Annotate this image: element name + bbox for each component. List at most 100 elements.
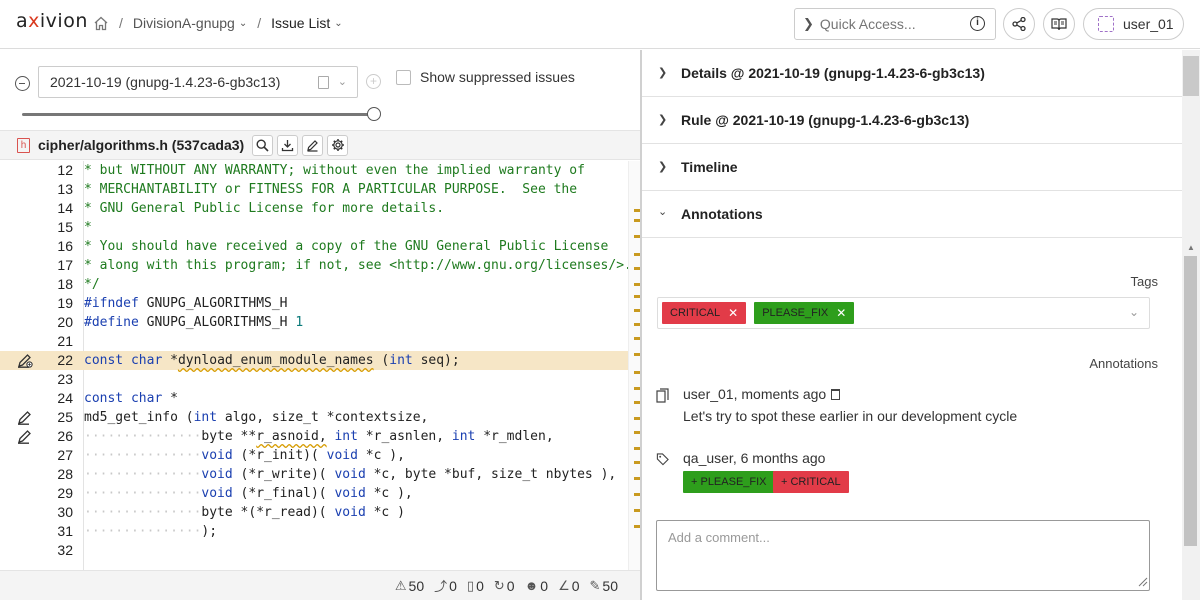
chevron-down-icon[interactable]: ⌄	[334, 18, 342, 29]
code-line[interactable]: 24 const char *	[0, 389, 628, 408]
scrollbar-thumb[interactable]	[1184, 256, 1197, 546]
code-line[interactable]: 19 #ifndef GNUPG_ALGORITHMS_H	[0, 294, 628, 313]
code-overview-ruler[interactable]	[628, 161, 640, 571]
code-line[interactable]: 15 *	[0, 218, 628, 237]
edit-button[interactable]	[302, 134, 324, 156]
settings-button[interactable]	[327, 134, 349, 156]
code-line[interactable]: 28 ···············void (*r_write)( void *…	[0, 465, 628, 484]
annotations-scrollbar[interactable]: ▲	[1182, 240, 1200, 600]
line-number: 26	[57, 428, 73, 444]
tag-please-fix[interactable]: PLEASE_FIX ✕	[754, 302, 855, 324]
version-select[interactable]: 2021-10-19 (gnupg-1.4.23-6-gb3c13) ⌄	[38, 66, 358, 98]
share-button[interactable]	[1003, 8, 1035, 40]
line-source: #define GNUPG_ALGORITHMS_H 1	[84, 315, 304, 330]
line-number: 28	[57, 466, 73, 482]
close-icon[interactable]: ✕	[836, 302, 846, 324]
warning-count[interactable]: ⚠ 50	[395, 578, 424, 594]
show-suppressed-checkbox[interactable]	[396, 69, 411, 85]
metric-count[interactable]: ∠ 0	[558, 578, 579, 594]
chevron-right-icon: ❯	[658, 161, 668, 173]
line-number: 30	[57, 504, 73, 520]
show-suppressed-label: Show suppressed issues	[420, 69, 575, 85]
trend-count[interactable]: ⤴ 0	[434, 576, 457, 595]
version-slider-track[interactable]	[22, 113, 374, 116]
annotation-count[interactable]: ✎ 50	[590, 578, 618, 594]
chevron-down-icon[interactable]: ⌄	[338, 75, 347, 88]
line-source: * along with this program; if not, see <…	[84, 258, 632, 273]
line-number: 18	[57, 276, 73, 292]
documentation-button[interactable]	[1043, 8, 1075, 40]
comment-input[interactable]	[656, 520, 1150, 591]
line-source: * but WITHOUT ANY WARRANTY; without even…	[84, 163, 585, 178]
code-line[interactable]: 29 ···············void (*r_final)( void *…	[0, 484, 628, 503]
search-button[interactable]	[252, 134, 274, 156]
add-version-icon[interactable]: +	[366, 74, 381, 89]
code-line[interactable]: 13 * MERCHANTABILITY or FITNESS FOR A PAR…	[0, 180, 628, 199]
annotation-pencil-icon[interactable]	[17, 429, 33, 444]
trend-icon: ⤴	[434, 579, 448, 594]
dead-entity-count[interactable]: ☻ 0	[525, 578, 548, 594]
code-line[interactable]: 18 */	[0, 275, 628, 294]
breadcrumb-project[interactable]: DivisionA-gnupg	[133, 15, 235, 31]
close-icon[interactable]: ✕	[728, 302, 738, 324]
breadcrumb-page[interactable]: Issue List	[271, 15, 330, 31]
timeline-section-header[interactable]: ❯ Timeline	[642, 144, 1182, 191]
line-number: 32	[57, 542, 73, 558]
remove-version-icon[interactable]	[15, 76, 30, 91]
code-line[interactable]: 25 md5_get_info (int algo, size_t *contex…	[0, 408, 628, 427]
tags-label: Tags	[1130, 274, 1158, 289]
code-viewer[interactable]: 12 * but WITHOUT ANY WARRANTY; without ev…	[0, 161, 640, 571]
code-line[interactable]: 23	[0, 370, 628, 389]
show-suppressed-toggle[interactable]: Show suppressed issues	[396, 69, 575, 85]
download-icon	[282, 139, 294, 151]
line-source: ···············);	[84, 524, 218, 539]
scrollbar-thumb[interactable]	[1183, 56, 1199, 96]
info-icon[interactable]: i	[970, 16, 985, 31]
chevron-down-icon[interactable]: ⌄	[239, 18, 247, 29]
code-line[interactable]: 21	[0, 332, 628, 351]
home-icon[interactable]	[93, 16, 109, 31]
user-menu-button[interactable]: user_01	[1083, 8, 1184, 40]
code-line[interactable]: 17 * along with this program; if not, see…	[0, 256, 631, 275]
quick-access-box[interactable]: ❯ i	[794, 8, 996, 40]
scroll-up-arrow[interactable]: ▲	[1187, 243, 1195, 252]
copy-icon[interactable]	[318, 76, 329, 89]
resize-grip-icon[interactable]	[1136, 575, 1148, 587]
chevron-down-icon: ⌄	[658, 206, 668, 218]
annotation-pencil-icon[interactable]	[17, 410, 33, 425]
download-button[interactable]	[277, 134, 299, 156]
tag-selector[interactable]: CRITICAL ✕ PLEASE_FIX ✕ ⌄	[657, 297, 1150, 329]
axivion-logo[interactable]: axivion	[16, 10, 88, 32]
details-section-header[interactable]: ❯ Details @ 2021-10-19 (gnupg-1.4.23-6-g…	[642, 50, 1182, 97]
chevron-down-icon[interactable]: ⌄	[1129, 305, 1139, 319]
code-line[interactable]: 14 * GNU General Public License for more …	[0, 199, 628, 218]
annotation-marker-icon[interactable]	[17, 353, 33, 368]
code-line[interactable]: 31 ···············);	[0, 522, 628, 541]
trash-icon[interactable]	[831, 389, 841, 400]
file-name: cipher/algorithms.h (537cada3)	[38, 137, 245, 153]
rule-section-header[interactable]: ❯ Rule @ 2021-10-19 (gnupg-1.4.23-6-gb3c…	[642, 97, 1182, 144]
code-line[interactable]: 32	[0, 541, 628, 560]
annotations-section-header[interactable]: ⌄ Annotations	[642, 191, 1182, 238]
quick-access-input[interactable]	[819, 16, 958, 32]
tag-critical[interactable]: CRITICAL ✕	[662, 302, 747, 324]
line-number: 17	[57, 257, 73, 273]
copy-count[interactable]: ▯ 0	[467, 578, 484, 594]
code-line[interactable]: 20 #define GNUPG_ALGORITHMS_H 1	[0, 313, 628, 332]
rule-section-title: Rule @ 2021-10-19 (gnupg-1.4.23-6-gb3c13…	[681, 112, 970, 128]
line-source: */	[84, 277, 100, 292]
cycle-count[interactable]: ↻ 0	[494, 578, 515, 594]
code-line[interactable]: 26 ···············byte **r_asnoid, int *r…	[0, 427, 628, 446]
code-line[interactable]: 30 ···············byte *(*r_read)( void *…	[0, 503, 628, 522]
gear-icon	[331, 139, 344, 151]
code-line[interactable]: 16 * You should have received a copy of t…	[0, 237, 628, 256]
code-line[interactable]: 12 * but WITHOUT ANY WARRANTY; without ev…	[0, 161, 628, 180]
code-line[interactable]: 22 const char *dynload_enum_module_names …	[0, 351, 628, 370]
annotation-entry: qa_user, 6 months ago + PLEASE_FIX + CRI…	[656, 450, 956, 500]
tag-icon	[656, 453, 669, 466]
code-line[interactable]: 27 ···············void (*r_init)( void *c…	[0, 446, 628, 465]
share-icon	[1012, 17, 1026, 31]
timeline-section-title: Timeline	[681, 159, 738, 175]
version-slider-handle[interactable]	[367, 107, 381, 121]
copy-icon: ▯	[466, 577, 475, 593]
